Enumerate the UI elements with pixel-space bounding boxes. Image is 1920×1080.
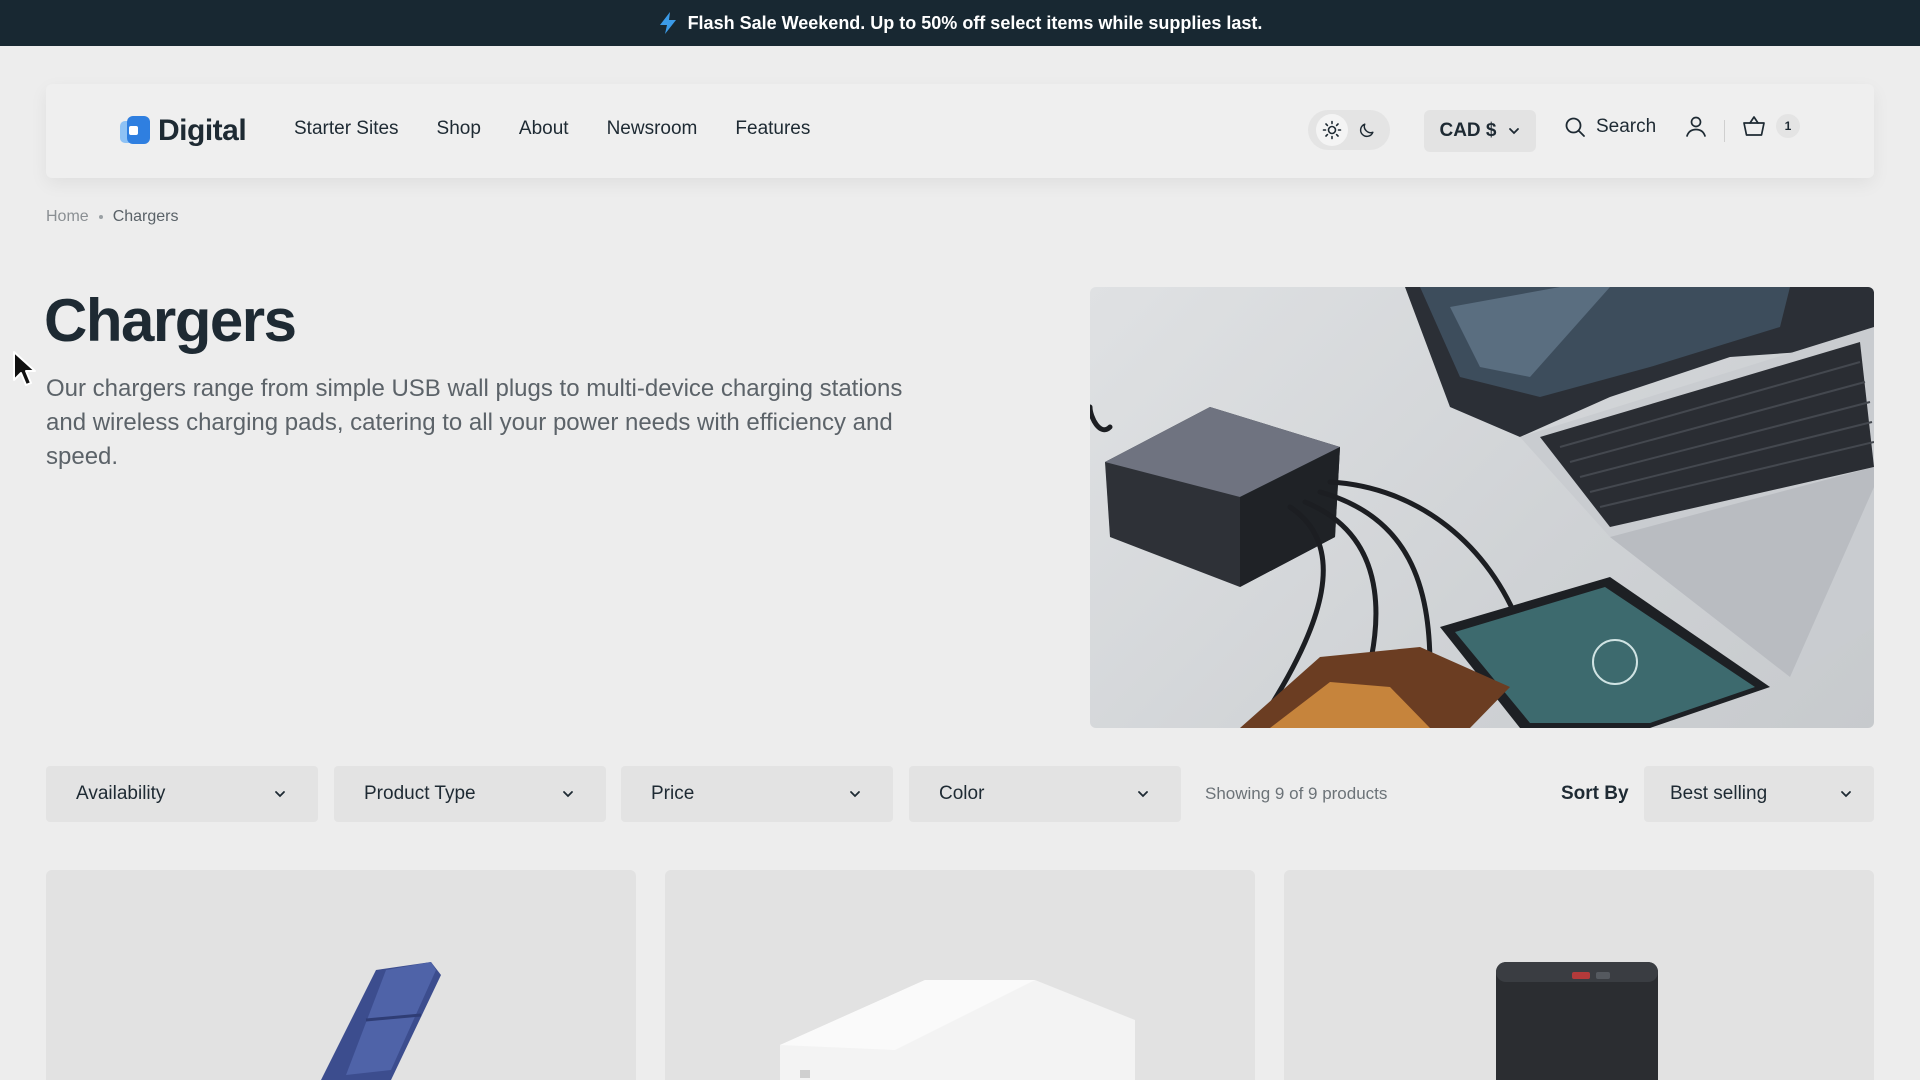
main-nav: Starter Sites Shop About Newsroom Featur…: [294, 118, 810, 140]
chevron-down-icon: [563, 791, 573, 798]
collection-description: Our chargers range from simple USB wall …: [46, 375, 903, 470]
sort-select[interactable]: Best selling: [1644, 766, 1874, 822]
sort-value: Best selling: [1670, 783, 1768, 804]
product-card[interactable]: [1284, 870, 1874, 1080]
header-divider: [1724, 120, 1725, 142]
filter-availability[interactable]: Availability: [46, 766, 318, 822]
nav-item-about[interactable]: About: [519, 118, 569, 140]
collection-hero-image: [1090, 287, 1874, 728]
filter-product-type[interactable]: Product Type: [334, 766, 606, 822]
product-grid: [46, 870, 1874, 1080]
chevron-down-icon: [1841, 791, 1851, 798]
breadcrumb: Home Chargers: [46, 208, 179, 226]
page-title: Chargers: [44, 287, 297, 354]
chevron-down-icon: [850, 791, 860, 798]
cart-button[interactable]: 1: [1742, 114, 1800, 138]
chevron-down-icon: [1138, 791, 1148, 798]
basket-icon: [1743, 116, 1765, 136]
dark-mode-button[interactable]: [1351, 114, 1383, 146]
brand-name: Digital: [158, 114, 247, 147]
announcement-text: Flash Sale Weekend. Up to 50% off select…: [687, 12, 1263, 33]
filter-label: Price: [651, 783, 695, 804]
brand-logo[interactable]: Digital: [120, 114, 247, 148]
sort-by-label: Sort By: [1561, 783, 1629, 804]
logo-mark-icon: [120, 115, 152, 147]
user-icon: [1686, 116, 1706, 137]
lightning-icon: [659, 12, 676, 34]
filter-color[interactable]: Color: [909, 766, 1181, 822]
search-button[interactable]: Search: [1564, 116, 1656, 138]
chevron-down-icon: [275, 791, 285, 798]
currency-selector[interactable]: CAD $: [1424, 110, 1536, 152]
mouse-cursor-icon: [13, 351, 36, 386]
filter-price[interactable]: Price: [621, 766, 893, 822]
nav-item-starter-sites[interactable]: Starter Sites: [294, 118, 399, 140]
nav-item-newsroom[interactable]: Newsroom: [607, 118, 698, 140]
account-button[interactable]: [1684, 114, 1708, 143]
currency-value: CAD $: [1439, 120, 1497, 141]
cart-count-badge: 1: [1776, 114, 1800, 138]
announcement-bar: Flash Sale Weekend. Up to 50% off select…: [0, 0, 1920, 46]
search-label: Search: [1596, 116, 1657, 137]
filter-bar: Availability Product Type Price Color Sh…: [46, 766, 1874, 822]
product-count: Showing 9 of 9 products: [1205, 784, 1388, 803]
search-icon: [1565, 117, 1585, 137]
breadcrumb-current: Chargers: [112, 208, 179, 225]
breadcrumb-home[interactable]: Home: [46, 208, 89, 226]
light-mode-button[interactable]: [1315, 114, 1348, 146]
product-card[interactable]: [665, 870, 1255, 1080]
product-image: [1496, 962, 1658, 1080]
product-image: [321, 962, 441, 1080]
chevron-down-icon: [1508, 128, 1519, 135]
moon-icon: [1359, 123, 1374, 138]
breadcrumb-separator: [98, 215, 103, 219]
theme-toggle: [1308, 110, 1390, 150]
site-header: Digital Starter Sites Shop About Newsroo…: [46, 84, 1874, 178]
product-image: [780, 980, 1135, 1080]
filter-label: Color: [939, 783, 985, 804]
filter-label: Product Type: [364, 783, 476, 804]
sun-icon: [1322, 120, 1341, 140]
product-card[interactable]: [46, 870, 636, 1080]
nav-item-features[interactable]: Features: [735, 118, 810, 140]
filter-label: Availability: [76, 783, 166, 804]
nav-item-shop[interactable]: Shop: [437, 118, 481, 140]
